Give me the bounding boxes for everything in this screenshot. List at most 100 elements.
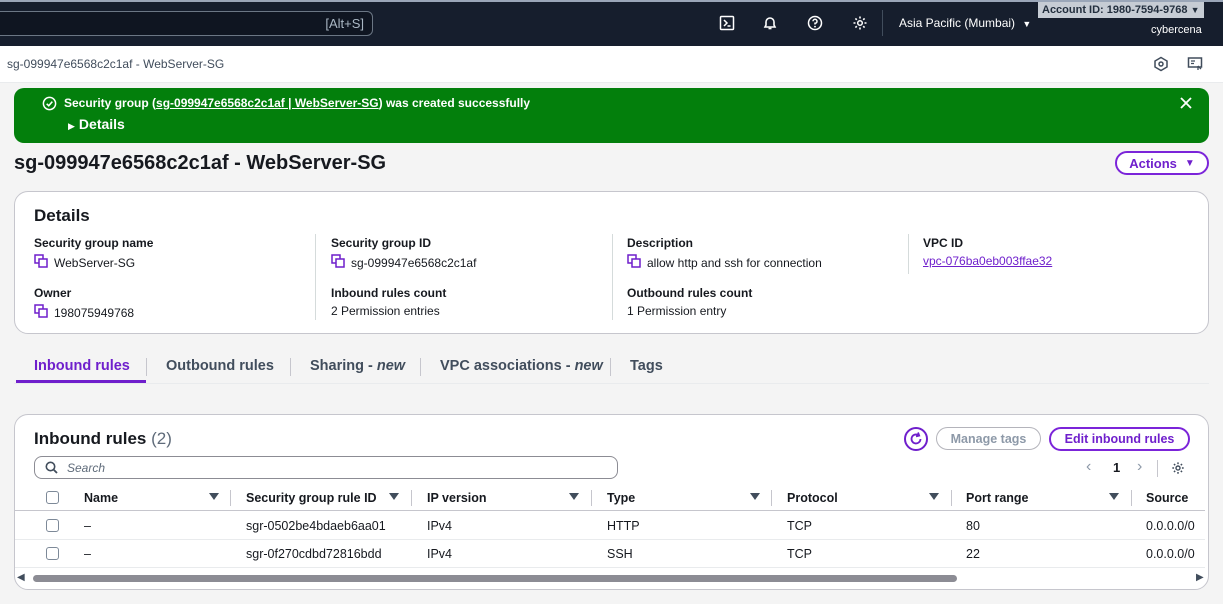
tab-inbound-rules[interactable]: Inbound rules [34,358,130,374]
active-tab-indicator [16,380,146,383]
tab-separator [420,358,421,376]
col-protocol[interactable]: Protocol [787,491,838,505]
region-label: Asia Pacific (Mumbai) [899,16,1016,30]
region-selector[interactable]: Asia Pacific (Mumbai) ▼ [899,16,1031,30]
table-preferences-gear-icon[interactable] [1171,461,1185,478]
column-divider [315,234,316,320]
account-id-menu[interactable]: Account ID: 1980-7594-9768 ▼ [1038,2,1204,18]
refresh-icon[interactable] [904,427,928,454]
table-row[interactable]: – sgr-0502be4bdaeb6aa01 IPv4 HTTP TCP 80… [15,512,1205,540]
column-divider [908,234,909,274]
field-inbound-count: Inbound rules count 2 Permission entries [331,286,446,318]
chevron-down-icon: ▼ [1190,5,1200,15]
flash-details-label: Details [78,116,125,132]
close-icon[interactable] [1179,96,1193,113]
col-ip-version[interactable]: IP version [427,491,487,505]
cloudshell-icon[interactable] [717,13,737,33]
field-label: Security group name [34,236,154,250]
vpc-id-link[interactable]: vpc-076ba0eb003ffae32 [923,254,1052,268]
col-separator [411,490,412,506]
caret-down-icon: ▼ [1184,157,1195,169]
col-separator [1131,490,1132,506]
select-all-checkbox[interactable] [46,491,59,504]
cell-name: – [84,519,91,533]
row-checkbox[interactable] [46,547,59,560]
col-separator [591,490,592,506]
tabs-baseline [14,383,1209,384]
tab-tags[interactable]: Tags [630,358,663,374]
scroll-left-icon[interactable]: ◀ [17,572,25,583]
tab-outbound-rules[interactable]: Outbound rules [166,358,274,374]
sort-caret-icon[interactable] [569,493,579,500]
copy-icon[interactable] [331,254,345,271]
chevron-right-icon[interactable]: › [1137,458,1142,476]
sort-caret-icon[interactable] [1109,493,1119,500]
cell-type: HTTP [607,519,640,533]
cell-ip-version: IPv4 [427,547,453,561]
scroll-right-icon[interactable]: ▶ [1196,572,1204,583]
field-value: sg-099947e6568c2c1af [351,255,477,270]
field-label: Description [627,236,694,250]
table-row[interactable]: – sgr-0f270cdbd72816bdd IPv4 SSH TCP 22 … [15,540,1205,568]
notifications-bell-icon[interactable] [760,13,780,33]
col-type[interactable]: Type [607,491,635,505]
flash-details-toggle[interactable]: ▶ Details [68,116,125,132]
col-separator [230,490,231,506]
flash-message: Security group (sg-099947e6568c2c1af | W… [64,96,530,110]
horizontal-scrollbar[interactable] [33,575,957,582]
col-rule-id[interactable]: Security group rule ID [246,491,377,505]
field-label: Inbound rules count [331,286,447,300]
current-page[interactable]: 1 [1113,460,1120,475]
edit-inbound-rules-button[interactable]: Edit inbound rules [1049,427,1190,451]
table-header: Name Security group rule ID IP version T… [15,486,1205,511]
col-source[interactable]: Source [1146,491,1188,505]
copy-icon[interactable] [34,254,48,271]
nav-divider [882,10,883,36]
sort-caret-icon[interactable] [389,493,399,500]
flash-suffix: ) was created successfully [378,96,531,110]
tab-vpc-label: VPC associations - [440,358,575,374]
field-sg-id: Security group ID sg-099947e6568c2c1af [331,236,476,271]
breadcrumb: sg-099947e6568c2c1af - WebServer-SG [7,57,225,71]
field-description: Description allow http and ssh for conne… [627,236,822,271]
sort-caret-icon[interactable] [750,493,760,500]
page-title: sg-099947e6568c2c1af - WebServer-SG [14,152,387,174]
col-port-range[interactable]: Port range [966,491,1029,505]
field-value: 1 Permission entry [627,304,727,318]
cell-port-range: 22 [966,547,980,561]
success-check-icon [42,96,57,114]
field-label: Owner [34,286,72,300]
new-badge: new [574,358,603,374]
column-divider [612,234,613,320]
split-panel-icon[interactable] [1187,56,1203,72]
flash-prefix: Security group ( [64,96,157,110]
copy-icon[interactable] [627,254,641,271]
success-flash-banner: Security group (sg-099947e6568c2c1af | W… [14,88,1209,143]
user-name[interactable]: cybercena [1151,24,1202,36]
cell-type: SSH [607,547,633,561]
field-value: 2 Permission entries [331,304,440,318]
tab-vpc-associations[interactable]: VPC associations - new [440,358,603,374]
settings-gear-icon[interactable] [850,13,870,33]
field-label: VPC ID [923,236,964,250]
help-icon[interactable] [805,13,825,33]
manage-tags-button[interactable]: Manage tags [936,427,1041,450]
global-search-input[interactable]: [Alt+S] [0,11,373,36]
copy-icon[interactable] [34,304,48,321]
sort-caret-icon[interactable] [209,493,219,500]
edit-inbound-rules-label: Edit inbound rules [1064,432,1175,446]
col-name[interactable]: Name [84,491,118,505]
flash-sg-link[interactable]: sg-099947e6568c2c1af | WebServer-SG [156,96,379,110]
actions-button[interactable]: Actions ▼ [1115,151,1209,175]
notifications-panel-icon[interactable] [1153,56,1169,72]
new-badge: new [376,358,406,374]
chevron-left-icon[interactable]: ‹ [1086,458,1091,476]
rules-heading: Inbound rules (2) [34,429,172,449]
rules-count: (2) [151,429,172,448]
field-value: 198075949768 [54,305,135,320]
rules-search-input[interactable]: Search [34,456,618,479]
cell-protocol: TCP [787,519,812,533]
sort-caret-icon[interactable] [929,493,939,500]
tab-sharing[interactable]: Sharing - new [310,358,405,374]
row-checkbox[interactable] [46,519,59,532]
